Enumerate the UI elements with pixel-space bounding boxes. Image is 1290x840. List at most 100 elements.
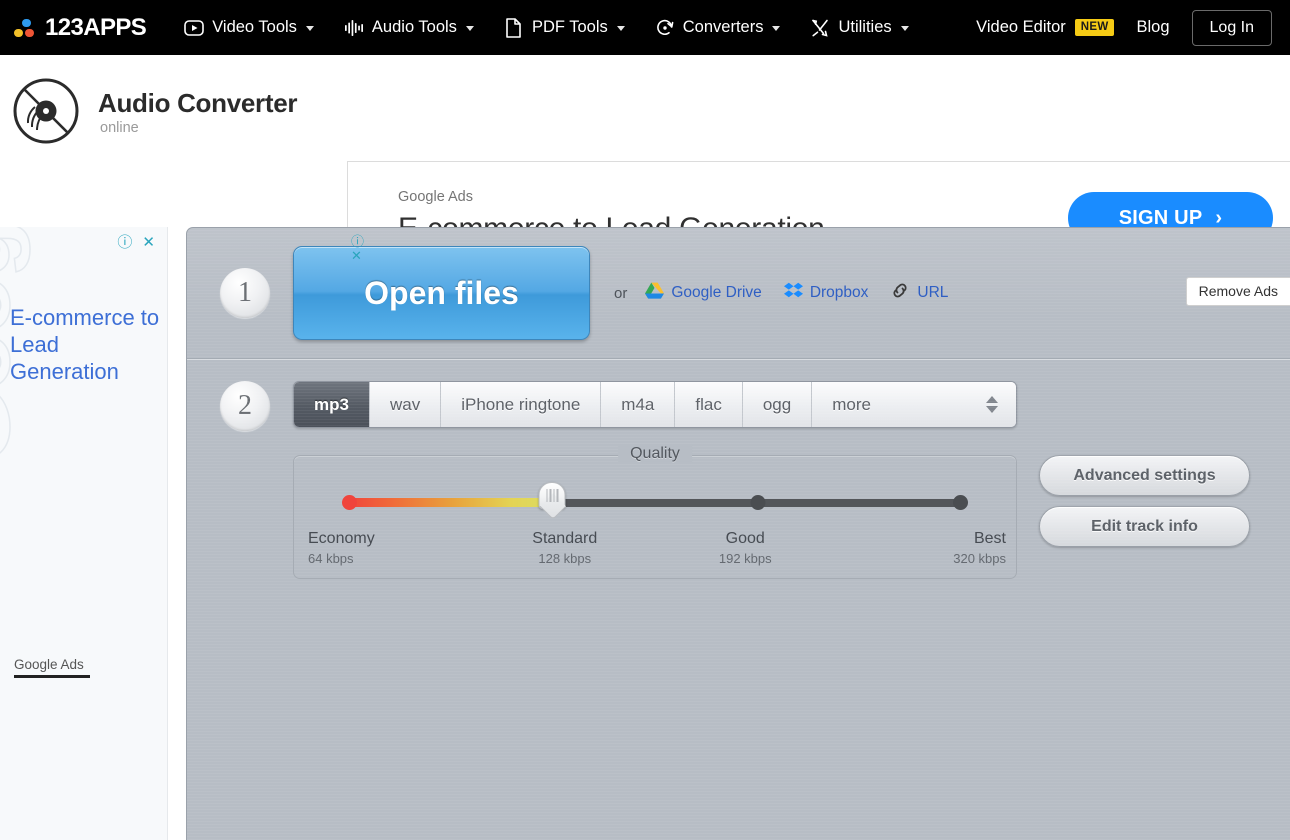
refresh-circle-icon xyxy=(655,18,675,38)
nav-label-blog: Blog xyxy=(1136,18,1170,36)
waveform-icon xyxy=(344,18,364,38)
step-2-controls: mp3 wav iPhone ringtone m4a flac ogg mor… xyxy=(293,381,1017,579)
step-1-badge: 1 xyxy=(220,268,270,318)
format-tab-group: mp3 wav iPhone ringtone m4a flac ogg mor… xyxy=(293,381,1017,428)
ad-info-icon[interactable]: ⓘ xyxy=(351,235,364,248)
banner-ad-controls: ⓘ ✕ xyxy=(351,235,364,262)
page-subtitle: online xyxy=(100,120,139,136)
sidebar-ad-footer: Google Ads xyxy=(14,657,90,678)
chevron-down-icon xyxy=(900,26,909,31)
login-button[interactable]: Log In xyxy=(1191,9,1272,46)
sidebar-ad-headline: E-commerce to Lead Generation xyxy=(10,305,160,384)
sidebar-advertisement[interactable]: Google Ads ⓘ ✕ E-commerce to Lead Genera… xyxy=(0,227,168,840)
format-tab-m4a[interactable]: m4a xyxy=(601,382,676,427)
url-link[interactable]: URL xyxy=(890,282,948,304)
nav-item-video-tools[interactable]: Video Tools xyxy=(184,12,314,44)
dropbox-link[interactable]: Dropbox xyxy=(783,282,869,304)
slider-track-filled xyxy=(346,498,553,507)
chevron-down-icon xyxy=(465,26,474,31)
format-tab-mp3[interactable]: mp3 xyxy=(294,382,370,427)
quality-stop-economy[interactable]: Economy 64 kbps xyxy=(294,530,475,566)
quality-slider[interactable] xyxy=(342,482,968,510)
converter-panel: 1 Open files or Google Drive Dropbox URL… xyxy=(186,227,1290,840)
nav-item-blog[interactable]: Blog xyxy=(1136,18,1169,37)
nav-label-utilities: Utilities xyxy=(838,18,892,36)
nav-item-audio-tools[interactable]: Audio Tools xyxy=(344,12,474,44)
slider-stop-good[interactable] xyxy=(750,495,766,510)
nav-label-video-editor: Video Editor xyxy=(976,18,1066,36)
advanced-settings-button[interactable]: Advanced settings xyxy=(1039,455,1250,496)
edit-track-info-button[interactable]: Edit track info xyxy=(1039,506,1250,547)
quality-name-standard: Standard xyxy=(532,530,598,547)
document-icon xyxy=(504,17,524,38)
link-chain-icon xyxy=(890,282,910,304)
page-title: Audio Converter xyxy=(98,88,298,118)
settings-button-group: Advanced settings Edit track info xyxy=(1039,455,1250,547)
quality-stop-best[interactable]: Best 320 kbps xyxy=(836,530,1017,566)
step-2-badge: 2 xyxy=(220,381,270,431)
nav-item-converters[interactable]: Converters xyxy=(655,12,781,44)
open-files-button[interactable]: Open files xyxy=(293,246,590,340)
format-tab-more[interactable]: more xyxy=(812,382,1016,427)
google-drive-link[interactable]: Google Drive xyxy=(645,282,762,304)
format-tab-iphone-ringtone[interactable]: iPhone ringtone xyxy=(441,382,602,427)
quality-name-economy: Economy xyxy=(308,530,375,547)
quality-name-best: Best xyxy=(973,530,1006,547)
quality-section: Quality Economy 64 kbps Standard 128 kbp… xyxy=(293,445,1017,579)
remove-ads-button[interactable]: Remove Ads xyxy=(1185,277,1290,306)
cloud-source-links: Google Drive Dropbox URL xyxy=(645,282,948,304)
page-header: Audio Converter online Google Ads E-comm… xyxy=(0,55,1290,306)
step-2-row: 2 mp3 wav iPhone ringtone m4a flac ogg m… xyxy=(187,359,1290,579)
slider-stop-economy[interactable] xyxy=(342,495,357,510)
sidebar-ad-controls: ⓘ ✕ xyxy=(117,235,155,250)
nav-label-audio-tools: Audio Tools xyxy=(371,18,457,36)
new-badge: NEW xyxy=(1074,19,1115,36)
quality-scale-labels: Economy 64 kbps Standard 128 kbps Good 1… xyxy=(294,530,1016,566)
format-tab-more-label: more xyxy=(832,394,871,414)
quality-rate-standard: 128 kbps xyxy=(538,551,592,566)
format-tab-ogg[interactable]: ogg xyxy=(742,382,813,427)
tools-cross-icon xyxy=(810,18,830,38)
google-drive-icon xyxy=(645,282,665,304)
top-navigation-bar: 123APPS Video Tools Audio Tools PDF Tool… xyxy=(0,0,1290,55)
video-play-icon xyxy=(184,18,205,38)
handle-grip-icon xyxy=(546,489,559,502)
ad-info-icon[interactable]: ⓘ xyxy=(117,235,132,250)
google-drive-label: Google Drive xyxy=(671,284,762,301)
quality-rate-economy: 64 kbps xyxy=(308,551,354,566)
format-tab-wav[interactable]: wav xyxy=(369,382,442,427)
nav-item-pdf-tools[interactable]: PDF Tools xyxy=(504,12,625,44)
chevron-down-icon xyxy=(772,26,781,31)
ad-close-icon[interactable]: ✕ xyxy=(351,249,364,262)
format-tab-flac[interactable]: flac xyxy=(675,382,743,427)
quality-slider-handle[interactable] xyxy=(538,482,566,516)
app-title-block: Audio Converter online xyxy=(98,86,297,136)
chevron-down-icon xyxy=(616,26,625,31)
spinner-arrows-icon xyxy=(986,396,998,413)
quality-rate-best: 320 kbps xyxy=(953,551,1006,566)
nav-label-pdf-tools: PDF Tools xyxy=(531,18,608,36)
dropbox-label: Dropbox xyxy=(809,284,869,301)
brand-name: 123APPS xyxy=(45,13,147,41)
brand-logo[interactable]: 123APPS xyxy=(14,13,147,42)
logo-dots-icon xyxy=(14,16,36,40)
content-area: Google Ads ⓘ ✕ E-commerce to Lead Genera… xyxy=(0,227,1290,840)
banner-ad-kicker: Google Ads xyxy=(398,189,473,205)
nav-item-utilities[interactable]: Utilities xyxy=(810,12,909,44)
nav-label-video-tools: Video Tools xyxy=(212,18,297,36)
sidebar-ad-label: Google Ads xyxy=(14,657,84,672)
ad-close-icon[interactable]: ✕ xyxy=(142,235,155,250)
vinyl-record-icon xyxy=(12,77,80,145)
dropbox-icon xyxy=(783,282,803,304)
nav-item-video-editor[interactable]: Video Editor NEW xyxy=(976,18,1115,37)
quality-name-good: Good xyxy=(725,530,765,547)
quality-rate-good: 192 kbps xyxy=(718,551,772,566)
nav-label-converters: Converters xyxy=(682,18,764,36)
app-identity: Audio Converter online xyxy=(0,55,345,145)
or-separator-label: or xyxy=(614,284,628,302)
chevron-down-icon xyxy=(305,26,314,31)
quality-stop-good[interactable]: Good 192 kbps xyxy=(655,530,836,566)
quality-stop-standard[interactable]: Standard 128 kbps xyxy=(475,530,656,566)
slider-stop-best[interactable] xyxy=(953,495,968,510)
url-label: URL xyxy=(917,284,949,301)
